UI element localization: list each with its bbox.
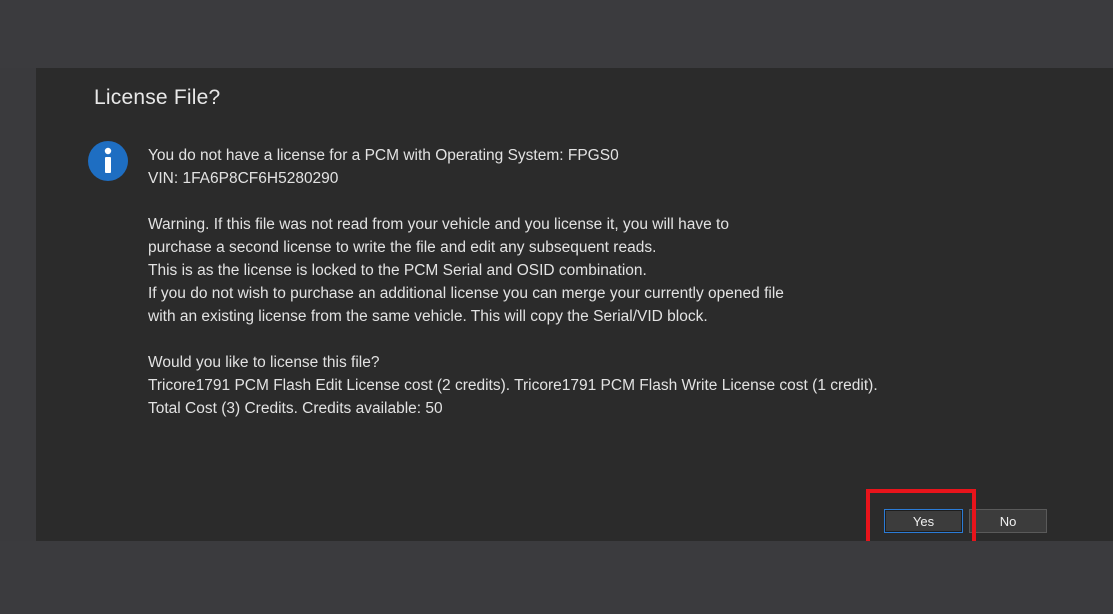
message-line: VIN: 1FA6P8CF6H5280290 [148, 170, 339, 187]
message-gap [148, 328, 1098, 351]
message-line: purchase a second license to write the f… [148, 239, 657, 256]
backdrop-top [0, 0, 1113, 68]
info-icon [87, 140, 129, 182]
message-line: Tricore1791 PCM Flash Edit License cost … [148, 377, 878, 394]
yes-button[interactable]: Yes [884, 509, 963, 533]
message-line: You do not have a license for a PCM with… [148, 147, 619, 164]
message-line: Warning. If this file was not read from … [148, 216, 729, 233]
dialog-message: You do not have a license for a PCM with… [148, 144, 1098, 420]
message-line: with an existing license from the same v… [148, 308, 708, 325]
dialog-title: License File? [94, 86, 221, 109]
license-dialog: License File? You do not have a license … [36, 68, 1113, 549]
message-gap [148, 190, 1098, 213]
message-line: If you do not wish to purchase an additi… [148, 285, 784, 302]
no-button[interactable]: No [969, 509, 1047, 533]
message-line: This is as the license is locked to the … [148, 262, 647, 279]
message-line: Total Cost (3) Credits. Credits availabl… [148, 400, 443, 417]
backdrop-bottom [0, 541, 1113, 614]
message-line: Would you like to license this file? [148, 354, 380, 371]
